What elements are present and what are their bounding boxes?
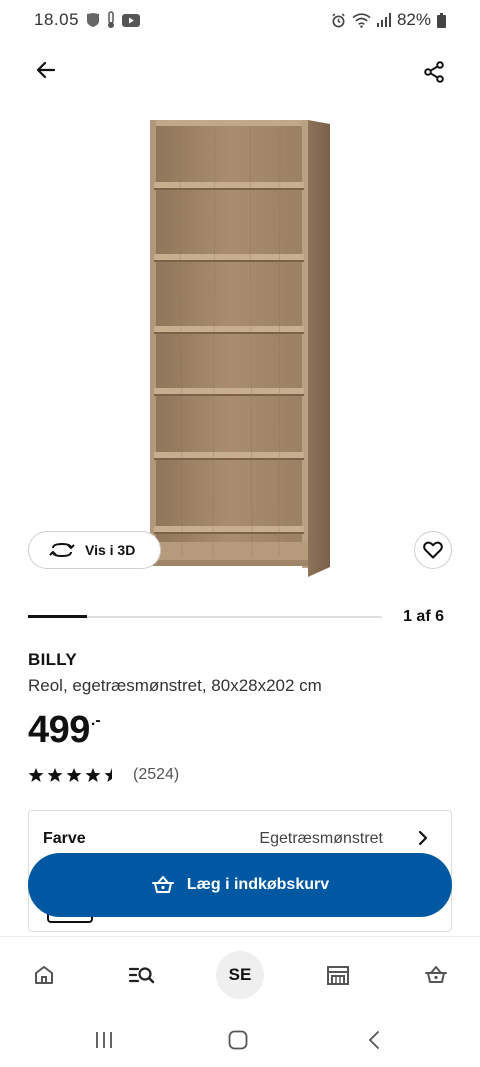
color-value: Egetræsmønstret: [259, 830, 383, 847]
home-circle-icon: [228, 1030, 248, 1050]
share-button[interactable]: [416, 54, 452, 90]
bottom-navigation: SE: [0, 936, 480, 1012]
product-description: Reol, egetræsmønstret, 80x28x202 cm: [28, 676, 322, 695]
nav-cart[interactable]: [412, 951, 460, 999]
rating-stars: [28, 767, 120, 783]
product-price: 499 .-: [28, 708, 101, 752]
heart-icon: [423, 541, 443, 559]
gallery-counter: 1 af 6: [403, 608, 444, 625]
star-icon: [66, 768, 82, 782]
star-icon: [28, 768, 44, 782]
add-to-cart-label: Læg i indkøbskurv: [186, 876, 330, 893]
system-back-button[interactable]: [362, 1028, 386, 1052]
product-image[interactable]: [140, 112, 340, 582]
add-to-cart-button[interactable]: Læg i indkøbskurv: [28, 853, 452, 917]
star-icon: [104, 768, 112, 782]
nav-home[interactable]: [20, 951, 68, 999]
search-list-icon: [128, 967, 155, 984]
battery-icon: [437, 12, 446, 28]
nav-stores[interactable]: [314, 951, 362, 999]
battery-percent: 82%: [396, 10, 431, 29]
chevron-left-icon: [368, 1031, 379, 1049]
store-icon: [327, 966, 349, 985]
price-value: 499: [28, 709, 90, 751]
chevron-right-icon: [417, 830, 429, 851]
share-icon: [424, 61, 444, 83]
basket-icon: [425, 966, 447, 983]
product-rating[interactable]: (2524): [28, 766, 179, 784]
back-button[interactable]: [28, 52, 64, 88]
favorite-button[interactable]: [414, 531, 452, 569]
top-bar: [0, 48, 480, 92]
recent-apps-button[interactable]: [92, 1028, 116, 1052]
arrow-left-icon: [36, 61, 56, 79]
star-icon: [85, 768, 101, 782]
status-time: 18.05: [34, 10, 80, 29]
price-suffix: .-: [90, 712, 101, 729]
recent-apps-icon: [96, 1032, 112, 1048]
gallery-progress-fill: [28, 615, 87, 618]
product-name: BILLY: [28, 650, 78, 669]
basket-icon: [151, 876, 174, 893]
star-icon: [47, 768, 63, 782]
home-button[interactable]: [226, 1028, 250, 1052]
wifi-icon: [352, 12, 371, 28]
status-bar: 18.05 82%: [0, 0, 480, 40]
color-label: Farve: [43, 830, 86, 847]
view-3d-button[interactable]: Vis i 3D: [28, 531, 161, 569]
nav-account-label: SE: [228, 965, 252, 984]
youtube-icon: [122, 13, 140, 27]
gallery-progress: [28, 615, 382, 618]
nav-account[interactable]: SE: [216, 951, 264, 999]
status-system-icons: 82%: [331, 10, 446, 30]
nav-search[interactable]: [118, 951, 166, 999]
thermometer-icon: [106, 11, 116, 29]
system-navigation-bar: [0, 1012, 480, 1067]
review-count: (2524): [133, 766, 180, 783]
rotate-3d-icon: [49, 542, 75, 558]
nfl-icon: [86, 12, 100, 28]
alarm-icon: [331, 12, 346, 28]
signal-icon: [376, 13, 391, 27]
home-icon: [35, 966, 53, 984]
status-notification-icons: [86, 11, 140, 29]
view-3d-label: Vis i 3D: [85, 542, 136, 558]
